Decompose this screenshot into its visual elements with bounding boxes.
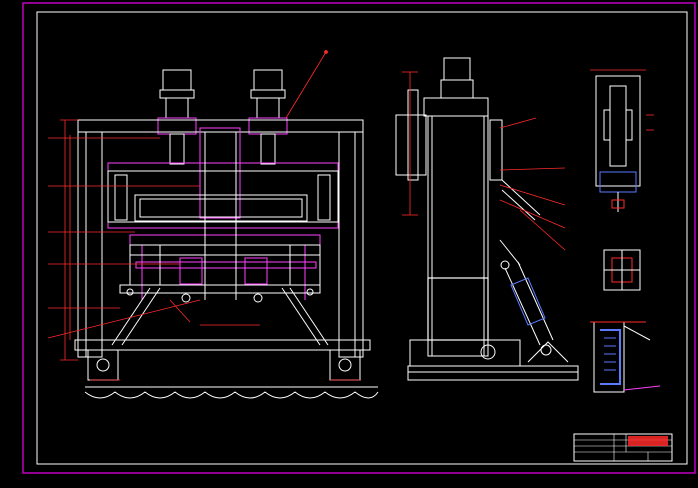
cad-drawing-canvas: [0, 0, 698, 488]
drawing-background: [0, 0, 698, 488]
